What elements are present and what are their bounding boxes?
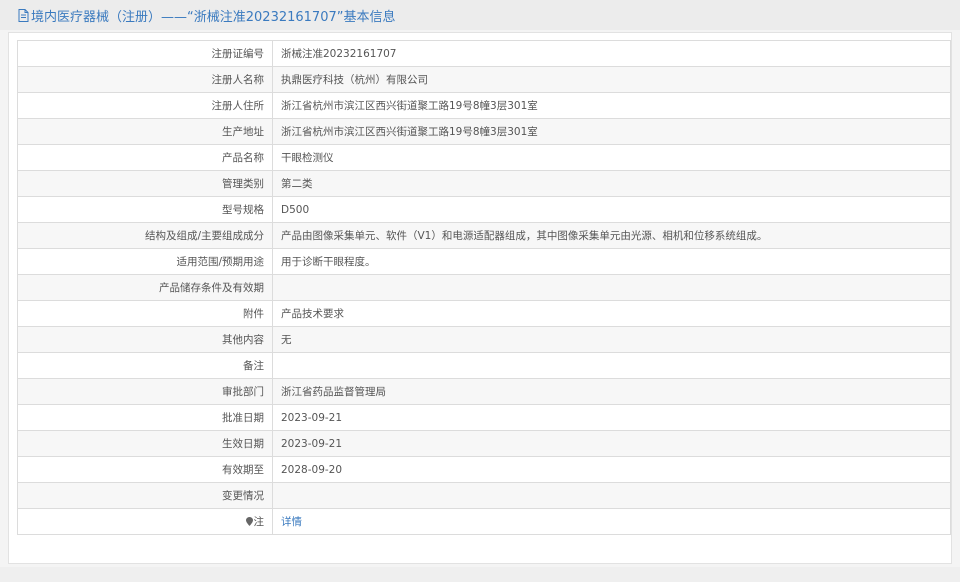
table-row: 注册证编号 浙械注准20232161707 [17,40,951,67]
row-label: 变更情况 [17,482,273,509]
row-label: 生效日期 [17,430,273,457]
details-link[interactable]: 详情 [281,516,302,528]
table-row: 备注 [17,352,951,379]
header-title-quote: “浙械注准20232161707”基本信息 [187,9,396,25]
row-value: 干眼检测仪 [272,144,951,171]
table-row: 批准日期 2023-09-21 [17,404,951,431]
row-label: 批准日期 [17,404,273,431]
note-value-cell: 详情 [272,508,951,535]
table-row: 附件 产品技术要求 [17,300,951,327]
row-value [272,352,951,379]
row-label: 注册人名称 [17,66,273,93]
row-label: 产品名称 [17,144,273,171]
row-value: 产品技术要求 [272,300,951,327]
table-row: 产品储存条件及有效期 [17,274,951,301]
row-value: 浙江省药品监督管理局 [272,378,951,405]
table-row: 其他内容无 [17,326,951,353]
document-icon [18,8,29,22]
row-value: 第二类 [272,170,951,197]
row-value: 执鼎医疗科技（杭州）有限公司 [272,66,951,93]
table-row: 生产地址 浙江省杭州市滨江区西兴街道聚工路19号8幢3层301室 [17,118,951,145]
table-row: 产品名称 干眼检测仪 [17,144,951,171]
row-label: 附件 [17,300,273,327]
header-title-prefix: 境内医疗器械（注册）—— [31,9,188,25]
row-value: 无 [272,326,951,353]
row-label: 生产地址 [17,118,273,145]
table-row: 管理类别 第二类 [17,170,951,197]
row-label: 审批部门 [17,378,273,405]
info-panel: 注册证编号 浙械注准20232161707 注册人名称 执鼎医疗科技（杭州）有限公司注… [8,32,952,564]
table-row: 审批部门 浙江省药品监督管理局 [17,378,951,405]
row-label: 结构及组成/主要组成成分 [17,222,273,249]
row-label: 管理类别 [17,170,273,197]
table-row: 变更情况 [17,482,951,509]
note-label-cell: 注 [17,508,273,535]
row-label: 有效期至 [17,456,273,483]
row-label: 备注 [17,352,273,379]
row-value: 用于诊断干眼程度。 [272,248,951,275]
note-row: 注 详情 [17,508,951,535]
table-row: 注册人名称 执鼎医疗科技（杭州）有限公司 [17,66,951,93]
note-label: 注 [253,516,265,528]
table-row: 型号规格 D500 [17,196,951,223]
row-label: 注册证编号 [17,40,273,67]
row-value: 浙江省杭州市滨江区西兴街道聚工路19号8幢3层301室 [272,92,951,119]
table-row: 结构及组成/主要组成成分 产品由图像采集单元、软件（V1）和电源适配器组成，其中图… [17,222,951,249]
row-label: 产品储存条件及有效期 [17,274,273,301]
row-value: 产品由图像采集单元、软件（V1）和电源适配器组成，其中图像采集单元由光源、相机和… [272,222,951,249]
row-value: 浙江省杭州市滨江区西兴街道聚工路19号8幢3层301室 [272,118,951,145]
row-value [272,482,951,509]
row-value [272,274,951,301]
row-label: 型号规格 [17,196,273,223]
row-label: 适用范围/预期用途 [17,248,273,275]
footer-strip [0,567,960,582]
row-value: D500 [272,196,951,223]
table-row: 适用范围/预期用途 用于诊断干眼程度。 [17,248,951,275]
info-table: 注册证编号 浙械注准20232161707 注册人名称 执鼎医疗科技（杭州）有限公司注… [17,40,951,535]
row-value: 2023-09-21 [272,404,951,431]
row-value: 浙械注准20232161707 [272,40,951,67]
table-row: 注册人住所 浙江省杭州市滨江区西兴街道聚工路19号8幢3层301室 [17,92,951,119]
row-value: 2028-09-20 [272,456,951,483]
table-row: 有效期至 2028-09-20 [17,456,951,483]
row-value: 2023-09-21 [272,430,951,457]
row-label: 其他内容 [17,326,273,353]
page-header: 境内医疗器械（注册）—— “浙械注准20232161707”基本信息 [0,0,960,30]
table-row: 生效日期 2023-09-21 [17,430,951,457]
pin-icon [245,517,253,526]
row-label: 注册人住所 [17,92,273,119]
